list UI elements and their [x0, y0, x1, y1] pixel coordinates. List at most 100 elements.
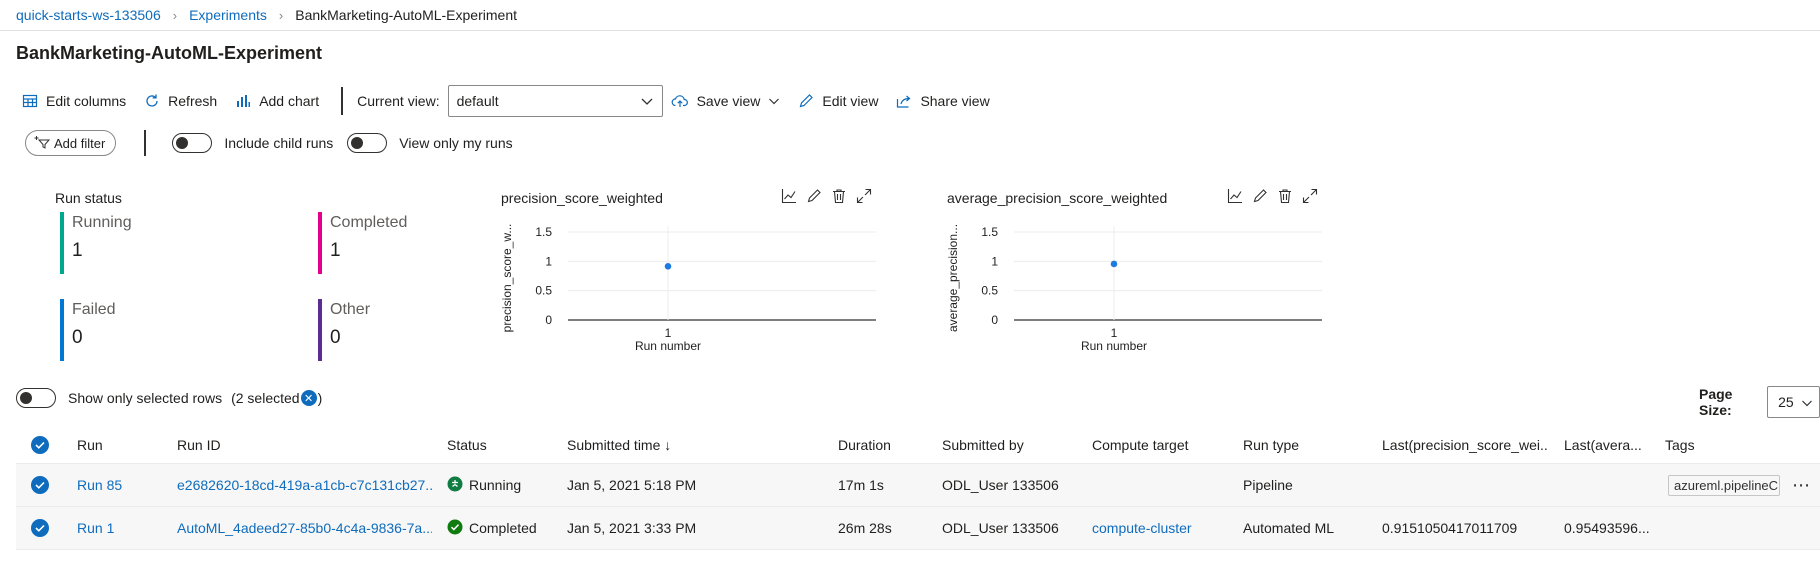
col-header-last-average[interactable]: Last(avera... — [1564, 426, 1644, 463]
filter-divider — [144, 130, 147, 156]
table-row[interactable]: Run 85 e2682620-18cd-419a-a1cb-c7c131cb2… — [16, 464, 1820, 507]
view-only-my-runs-label: View only my runs — [399, 135, 513, 151]
pencil-icon[interactable] — [806, 188, 822, 207]
add-chart-button[interactable]: Add chart — [235, 93, 319, 109]
chart1-actions — [781, 188, 872, 207]
current-view-value: default — [456, 93, 499, 109]
submitted-by-cell: ODL_User 133506 — [942, 477, 1059, 493]
view-only-my-runs-toggle[interactable] — [347, 133, 388, 153]
y-tick-label: 1 — [545, 254, 552, 268]
data-point — [1110, 260, 1118, 268]
completed-check-icon — [447, 519, 463, 538]
divider — [0, 30, 1820, 31]
show-only-selected-label: Show only selected rows — [68, 390, 223, 406]
status-cell: Running — [447, 464, 521, 506]
save-view-label: Save view — [696, 93, 761, 109]
status-card-running: Running 1 — [60, 212, 260, 274]
chevron-down-icon — [640, 93, 654, 109]
save-view-button[interactable]: Save view — [671, 93, 781, 109]
refresh-label: Refresh — [168, 93, 218, 109]
col-header-submitted-time[interactable]: Submitted time ↓ — [567, 426, 671, 463]
clear-selection-icon[interactable]: ✕ — [300, 390, 317, 406]
status-count-failed: 0 — [72, 327, 83, 348]
col-header-run-type[interactable]: Run type — [1243, 426, 1299, 463]
x-tick-label: 1 — [1111, 326, 1118, 340]
compute-target-link[interactable]: compute-cluster — [1092, 507, 1192, 549]
refresh-button[interactable]: Refresh — [144, 93, 217, 109]
duration-cell: 26m 28s — [838, 520, 892, 536]
breadcrumb: quick-starts-ws-133506 › Experiments › B… — [16, 5, 517, 25]
submitted-time-cell: Jan 5, 2021 3:33 PM — [567, 520, 697, 536]
add-chart-label: Add chart — [259, 93, 320, 109]
chevron-down-icon — [768, 97, 780, 105]
current-view-select[interactable]: default — [447, 85, 663, 117]
run-id-link[interactable]: e2682620-18cd-419a-a1cb-c7c131cb27... — [177, 464, 432, 506]
edit-view-button[interactable]: Edit view — [798, 93, 878, 109]
include-child-runs-label: Include child runs — [224, 135, 334, 151]
precision-score-chart: 00.511.51Run numberprecision_score_w... — [500, 224, 876, 353]
selected-count: (2 selected — [231, 390, 300, 406]
run-id-link[interactable]: AutoML_4adeed27-85b0-4c4a-9836-7a... — [177, 507, 432, 549]
trash-icon[interactable] — [831, 188, 847, 207]
status-label-running: Running — [72, 214, 132, 231]
share-view-button[interactable]: Share view — [896, 93, 990, 109]
page-size-label: Page Size: — [1699, 386, 1733, 418]
breadcrumb-experiments-link[interactable]: Experiments — [189, 7, 267, 23]
status-bar-other — [318, 299, 322, 361]
expand-icon[interactable] — [1302, 188, 1318, 207]
chart2-title: average_precision_score_weighted — [947, 190, 1168, 206]
status-text: Completed — [469, 520, 537, 536]
tag-chip[interactable]: azureml.pipelineC — [1668, 474, 1780, 496]
toolbar: Edit columns Refresh Add chart Current v… — [22, 85, 1008, 117]
last-precision-cell: 0.9151050417011709 — [1382, 520, 1518, 536]
x-axis-label: Run number — [1081, 339, 1147, 353]
page-size-value: 25 — [1778, 394, 1794, 410]
checkmark-icon — [31, 476, 49, 494]
page-size-control: Page Size: 25 — [1699, 386, 1820, 418]
line-chart-icon[interactable] — [781, 188, 797, 207]
duration-cell: 17m 1s — [838, 477, 884, 493]
x-axis-label: Run number — [635, 339, 701, 353]
y-tick-label: 1.5 — [535, 225, 552, 239]
col-header-duration[interactable]: Duration — [838, 426, 891, 463]
table-icon — [22, 93, 38, 109]
col-header-submitted-by[interactable]: Submitted by — [942, 426, 1024, 463]
expand-icon[interactable] — [856, 188, 872, 207]
filter-bar: Add filter Include child runs View only … — [25, 130, 527, 156]
run-link[interactable]: Run 1 — [77, 507, 114, 549]
row-checkbox[interactable] — [31, 464, 49, 506]
x-tick-label: 1 — [665, 326, 672, 340]
run-type-cell: Pipeline — [1243, 477, 1293, 493]
runs-table: Run Run ID Status Submitted time ↓ Durat… — [16, 426, 1820, 550]
data-point — [664, 263, 672, 270]
page-size-select[interactable]: 25 — [1767, 386, 1820, 418]
trash-icon[interactable] — [1277, 188, 1293, 207]
col-header-run-id[interactable]: Run ID — [177, 426, 221, 463]
edit-columns-button[interactable]: Edit columns — [22, 93, 126, 109]
col-header-run[interactable]: Run — [77, 426, 103, 463]
breadcrumb-workspace-link[interactable]: quick-starts-ws-133506 — [16, 7, 161, 23]
show-only-selected-toggle[interactable] — [16, 388, 56, 408]
status-label-other: Other — [330, 301, 371, 318]
add-filter-label: Add filter — [54, 135, 106, 151]
status-cell: Completed — [447, 507, 537, 549]
col-header-last-precision[interactable]: Last(precision_score_wei... — [1382, 426, 1547, 463]
include-child-runs-toggle[interactable] — [172, 133, 213, 153]
col-header-tags[interactable]: Tags — [1665, 426, 1695, 463]
col-header-status[interactable]: Status — [447, 426, 487, 463]
table-row[interactable]: Run 1 AutoML_4adeed27-85b0-4c4a-9836-7a.… — [16, 507, 1820, 550]
status-bar-completed — [318, 212, 322, 274]
status-text: Running — [469, 477, 522, 493]
y-axis-label: precision_score_w... — [500, 224, 514, 333]
running-status-icon — [447, 476, 463, 495]
row-checkbox[interactable] — [31, 507, 49, 549]
select-all-checkbox[interactable] — [31, 426, 49, 463]
line-chart-icon[interactable] — [1227, 188, 1243, 207]
pencil-icon[interactable] — [1252, 188, 1268, 207]
y-axis-label: average_precision... — [946, 224, 960, 332]
run-link[interactable]: Run 85 — [77, 464, 122, 506]
col-header-compute-target[interactable]: Compute target — [1092, 426, 1189, 463]
row-more-button[interactable]: ⋯ — [1792, 464, 1811, 506]
add-filter-button[interactable]: Add filter — [25, 130, 117, 156]
pencil-icon — [798, 93, 814, 109]
